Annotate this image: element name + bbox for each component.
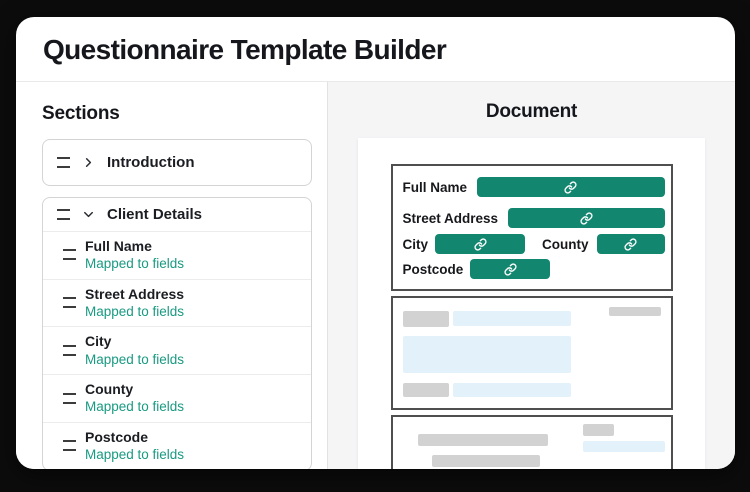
doc-field-label-full-name: Full Name: [402, 179, 468, 195]
chevron-right-icon[interactable]: [81, 155, 96, 170]
drag-handle-icon[interactable]: [63, 344, 76, 356]
field-row-full-name[interactable]: Full Name Mapped to fields: [43, 231, 311, 279]
app-header: Questionnaire Template Builder: [16, 17, 735, 82]
skeleton-input-bar: [582, 441, 665, 452]
section-label: Client Details: [107, 206, 203, 223]
field-row-city[interactable]: City Mapped to fields: [43, 326, 311, 374]
section-label: Introduction: [107, 154, 195, 171]
app-window: Questionnaire Template Builder Sections …: [16, 17, 735, 469]
drag-handle-icon[interactable]: [57, 209, 70, 220]
field-mapped-status: Mapped to fields: [85, 447, 185, 463]
drag-handle-icon[interactable]: [57, 157, 70, 168]
document-section-placeholder-2: [390, 415, 673, 469]
field-row-county[interactable]: County Mapped to fields: [43, 374, 311, 422]
document-section-placeholder-1: [390, 296, 673, 410]
mapped-field-pill-street-address[interactable]: [508, 208, 665, 228]
drag-handle-icon[interactable]: [63, 297, 76, 309]
drag-handle-icon[interactable]: [63, 392, 76, 404]
field-name: Street Address: [85, 285, 185, 302]
mapped-field-pill-city[interactable]: [435, 234, 526, 254]
field-name: Postcode: [85, 428, 149, 445]
skeleton-input-bar: [452, 383, 571, 397]
link-icon: [564, 180, 577, 194]
doc-field-label-postcode: Postcode: [402, 261, 464, 277]
link-icon: [624, 237, 637, 251]
skeleton-text-bar: [431, 455, 540, 467]
document-section-mapped-fields: Full Name Street Address City County Pos…: [390, 164, 673, 291]
skeleton-text-bar: [417, 434, 548, 446]
content-area: Sections Introduction Client Details Ful…: [16, 82, 735, 469]
sections-panel: Sections Introduction Client Details Ful…: [16, 82, 328, 469]
section-row-client-details[interactable]: Client Details: [43, 198, 311, 231]
skeleton-input-bar: [452, 311, 571, 326]
field-name: County: [85, 381, 134, 398]
skeleton-text-bar: [402, 311, 449, 327]
document-page: Full Name Street Address City County Pos…: [358, 138, 705, 469]
skeleton-textarea: [402, 336, 571, 373]
mapped-field-pill-full-name[interactable]: [477, 177, 665, 197]
mapped-field-pill-postcode[interactable]: [470, 259, 551, 279]
skeleton-text-bar: [582, 424, 614, 436]
chevron-down-icon[interactable]: [81, 207, 96, 222]
mapped-field-pill-county[interactable]: [596, 234, 665, 254]
field-mapped-status: Mapped to fields: [85, 399, 185, 415]
sections-heading: Sections: [42, 103, 120, 124]
doc-field-label-county: County: [542, 236, 589, 252]
skeleton-text-bar: [608, 307, 661, 316]
doc-field-label-street-address: Street Address: [402, 210, 499, 226]
section-card-client-details: Client Details Full Name Mapped to field…: [42, 197, 312, 469]
section-card-introduction: Introduction: [42, 139, 312, 186]
field-mapped-status: Mapped to fields: [85, 351, 185, 367]
field-name: City: [85, 333, 112, 350]
section-row-introduction[interactable]: Introduction: [43, 140, 311, 185]
document-heading: Document: [485, 101, 578, 122]
link-icon: [580, 211, 593, 225]
link-icon: [504, 262, 517, 276]
field-row-postcode[interactable]: Postcode Mapped to fields: [43, 421, 311, 469]
link-icon: [473, 237, 487, 251]
skeleton-text-bar: [402, 383, 449, 397]
drag-handle-icon[interactable]: [63, 249, 76, 261]
document-panel: Document Full Name Street Address City C…: [328, 82, 735, 469]
field-name: Full Name: [85, 238, 152, 254]
page-title: Questionnaire Template Builder: [43, 34, 447, 65]
field-mapped-status: Mapped to fields: [85, 303, 185, 319]
field-row-street-address[interactable]: Street Address Mapped to fields: [43, 278, 311, 327]
doc-field-label-city: City: [402, 236, 429, 252]
field-mapped-status: Mapped to fields: [85, 256, 185, 272]
drag-handle-icon[interactable]: [63, 440, 76, 452]
